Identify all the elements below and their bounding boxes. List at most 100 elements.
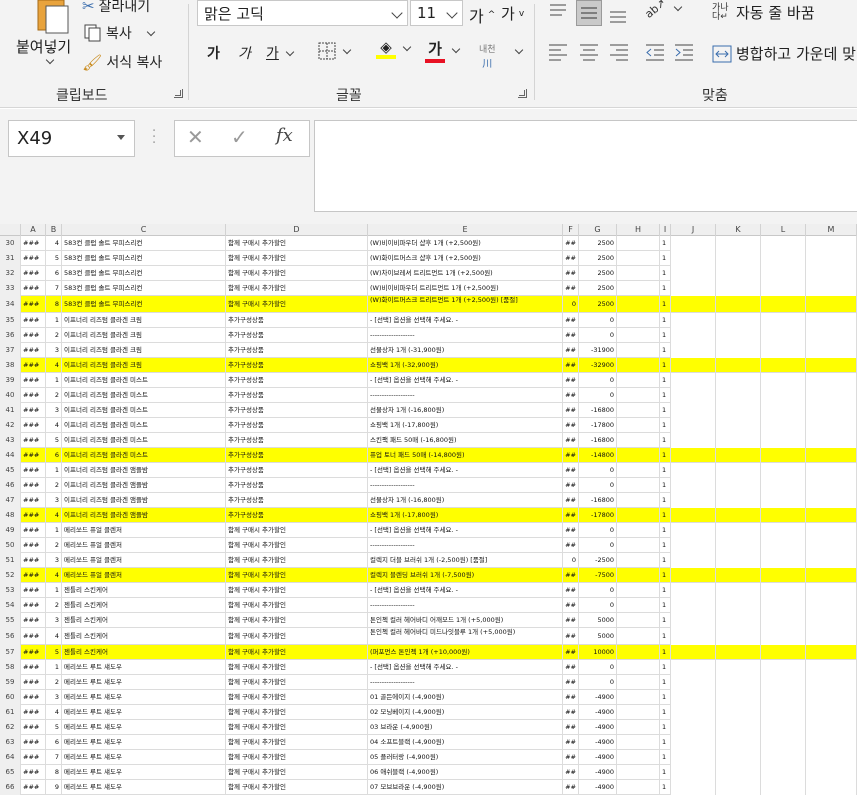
cell-i[interactable]: 1 — [660, 583, 671, 598]
cell-m[interactable] — [806, 281, 857, 296]
cell-i[interactable]: 1 — [660, 433, 671, 448]
cell-k[interactable] — [716, 765, 761, 780]
cell-d[interactable]: 함께 구매시 추가할인 — [226, 553, 368, 568]
cell-f[interactable]: 0 — [563, 553, 579, 568]
cell-d[interactable]: 추가구성상품 — [226, 313, 368, 328]
cell-g[interactable]: -4900 — [579, 750, 617, 765]
cell-i[interactable]: 1 — [660, 493, 671, 508]
cell-c[interactable]: 메리쏘드 루트 섀도우 — [62, 675, 226, 690]
merge-center-button[interactable]: 병합하고 가운데 맞 — [712, 43, 856, 64]
cell-f[interactable]: ## — [563, 523, 579, 538]
cell-c[interactable]: 메리쏘드 퓨얼 클렌저 — [62, 538, 226, 553]
cell-a[interactable]: ### — [21, 493, 46, 508]
cell-m[interactable] — [806, 493, 857, 508]
cell-d[interactable]: 추가구성상품 — [226, 403, 368, 418]
cell-k[interactable] — [716, 690, 761, 705]
cell-l[interactable] — [761, 660, 806, 675]
align-center-button[interactable] — [579, 42, 601, 64]
cell-f[interactable]: ## — [563, 645, 579, 660]
cell-c[interactable]: 583컨 클럽 솔트 무피스리컨 — [62, 266, 226, 281]
cell-j[interactable] — [671, 358, 716, 373]
cell-m[interactable] — [806, 448, 857, 463]
cell-i[interactable]: 1 — [660, 236, 671, 251]
cell-k[interactable] — [716, 493, 761, 508]
cell-j[interactable] — [671, 281, 716, 296]
cell-a[interactable]: ### — [21, 598, 46, 613]
row-header[interactable]: 59 — [0, 675, 21, 690]
cell-h[interactable] — [617, 765, 660, 780]
cell-m[interactable] — [806, 765, 857, 780]
cell-f[interactable]: ## — [563, 675, 579, 690]
cell-h[interactable] — [617, 358, 660, 373]
cut-button[interactable]: ✂ 잘라내기 — [82, 0, 150, 16]
cell-j[interactable] — [671, 478, 716, 493]
cell-k[interactable] — [716, 403, 761, 418]
cell-j[interactable] — [671, 675, 716, 690]
cell-d[interactable]: 추가구성상품 — [226, 388, 368, 403]
cell-j[interactable] — [671, 266, 716, 281]
copy-dropdown-icon[interactable] — [146, 27, 156, 36]
insert-function-icon[interactable]: fx — [276, 125, 293, 146]
cell-b[interactable]: 1 — [46, 583, 62, 598]
cell-a[interactable]: ### — [21, 538, 46, 553]
cell-b[interactable]: 1 — [46, 660, 62, 675]
cell-a[interactable]: ### — [21, 418, 46, 433]
cell-a[interactable]: ### — [21, 388, 46, 403]
cell-k[interactable] — [716, 328, 761, 343]
cell-d[interactable]: 추가구성상품 — [226, 508, 368, 523]
cell-g[interactable]: 0 — [579, 478, 617, 493]
cell-e[interactable]: - [선택] 옵션을 선택해 주세요. - — [368, 463, 563, 478]
cell-h[interactable] — [617, 478, 660, 493]
cell-l[interactable] — [761, 313, 806, 328]
cell-k[interactable] — [716, 583, 761, 598]
cell-m[interactable] — [806, 613, 857, 628]
cell-m[interactable] — [806, 296, 857, 313]
cell-c[interactable]: 이프너리 리즈텀 클라겐 앰플밤 — [62, 463, 226, 478]
cell-c[interactable]: 메리쏘드 퓨얼 클렌저 — [62, 553, 226, 568]
cell-b[interactable]: 4 — [46, 705, 62, 720]
cell-j[interactable] — [671, 418, 716, 433]
cell-a[interactable]: ### — [21, 281, 46, 296]
cell-h[interactable] — [617, 508, 660, 523]
cell-a[interactable]: ### — [21, 251, 46, 266]
cell-i[interactable]: 1 — [660, 735, 671, 750]
cell-e[interactable]: 07 모브브라운 (-4,900원) — [368, 780, 563, 795]
cell-l[interactable] — [761, 343, 806, 358]
cell-j[interactable] — [671, 373, 716, 388]
column-header-f[interactable]: F — [563, 224, 579, 236]
cell-j[interactable] — [671, 765, 716, 780]
cell-f[interactable]: ## — [563, 568, 579, 583]
cell-i[interactable]: 1 — [660, 553, 671, 568]
cell-b[interactable]: 8 — [46, 296, 62, 313]
cell-g[interactable]: -14800 — [579, 448, 617, 463]
cell-f[interactable]: ## — [563, 493, 579, 508]
cell-g[interactable]: 5000 — [579, 613, 617, 628]
align-right-button[interactable] — [609, 42, 631, 64]
cell-i[interactable]: 1 — [660, 628, 671, 645]
cell-h[interactable] — [617, 553, 660, 568]
phonetic-dropdown-icon[interactable] — [514, 45, 524, 55]
row-header[interactable]: 30 — [0, 236, 21, 251]
cell-i[interactable]: 1 — [660, 720, 671, 735]
cell-m[interactable] — [806, 251, 857, 266]
cell-b[interactable]: 5 — [46, 251, 62, 266]
cell-d[interactable]: 함께 구매시 추가할인 — [226, 735, 368, 750]
cell-k[interactable] — [716, 675, 761, 690]
cell-i[interactable]: 1 — [660, 598, 671, 613]
cell-f[interactable]: ## — [563, 448, 579, 463]
cell-m[interactable] — [806, 583, 857, 598]
cell-m[interactable] — [806, 388, 857, 403]
cell-g[interactable]: -7500 — [579, 568, 617, 583]
cell-e[interactable]: - [선택] 옵션을 선택해 주세요. - — [368, 583, 563, 598]
cell-j[interactable] — [671, 508, 716, 523]
cell-l[interactable] — [761, 448, 806, 463]
cell-k[interactable] — [716, 343, 761, 358]
cell-d[interactable]: 함께 구매시 추가할인 — [226, 765, 368, 780]
row-header[interactable]: 46 — [0, 478, 21, 493]
cell-j[interactable] — [671, 705, 716, 720]
cell-k[interactable] — [716, 508, 761, 523]
cell-a[interactable]: ### — [21, 433, 46, 448]
cell-h[interactable] — [617, 281, 660, 296]
cell-l[interactable] — [761, 478, 806, 493]
cell-f[interactable]: ## — [563, 750, 579, 765]
